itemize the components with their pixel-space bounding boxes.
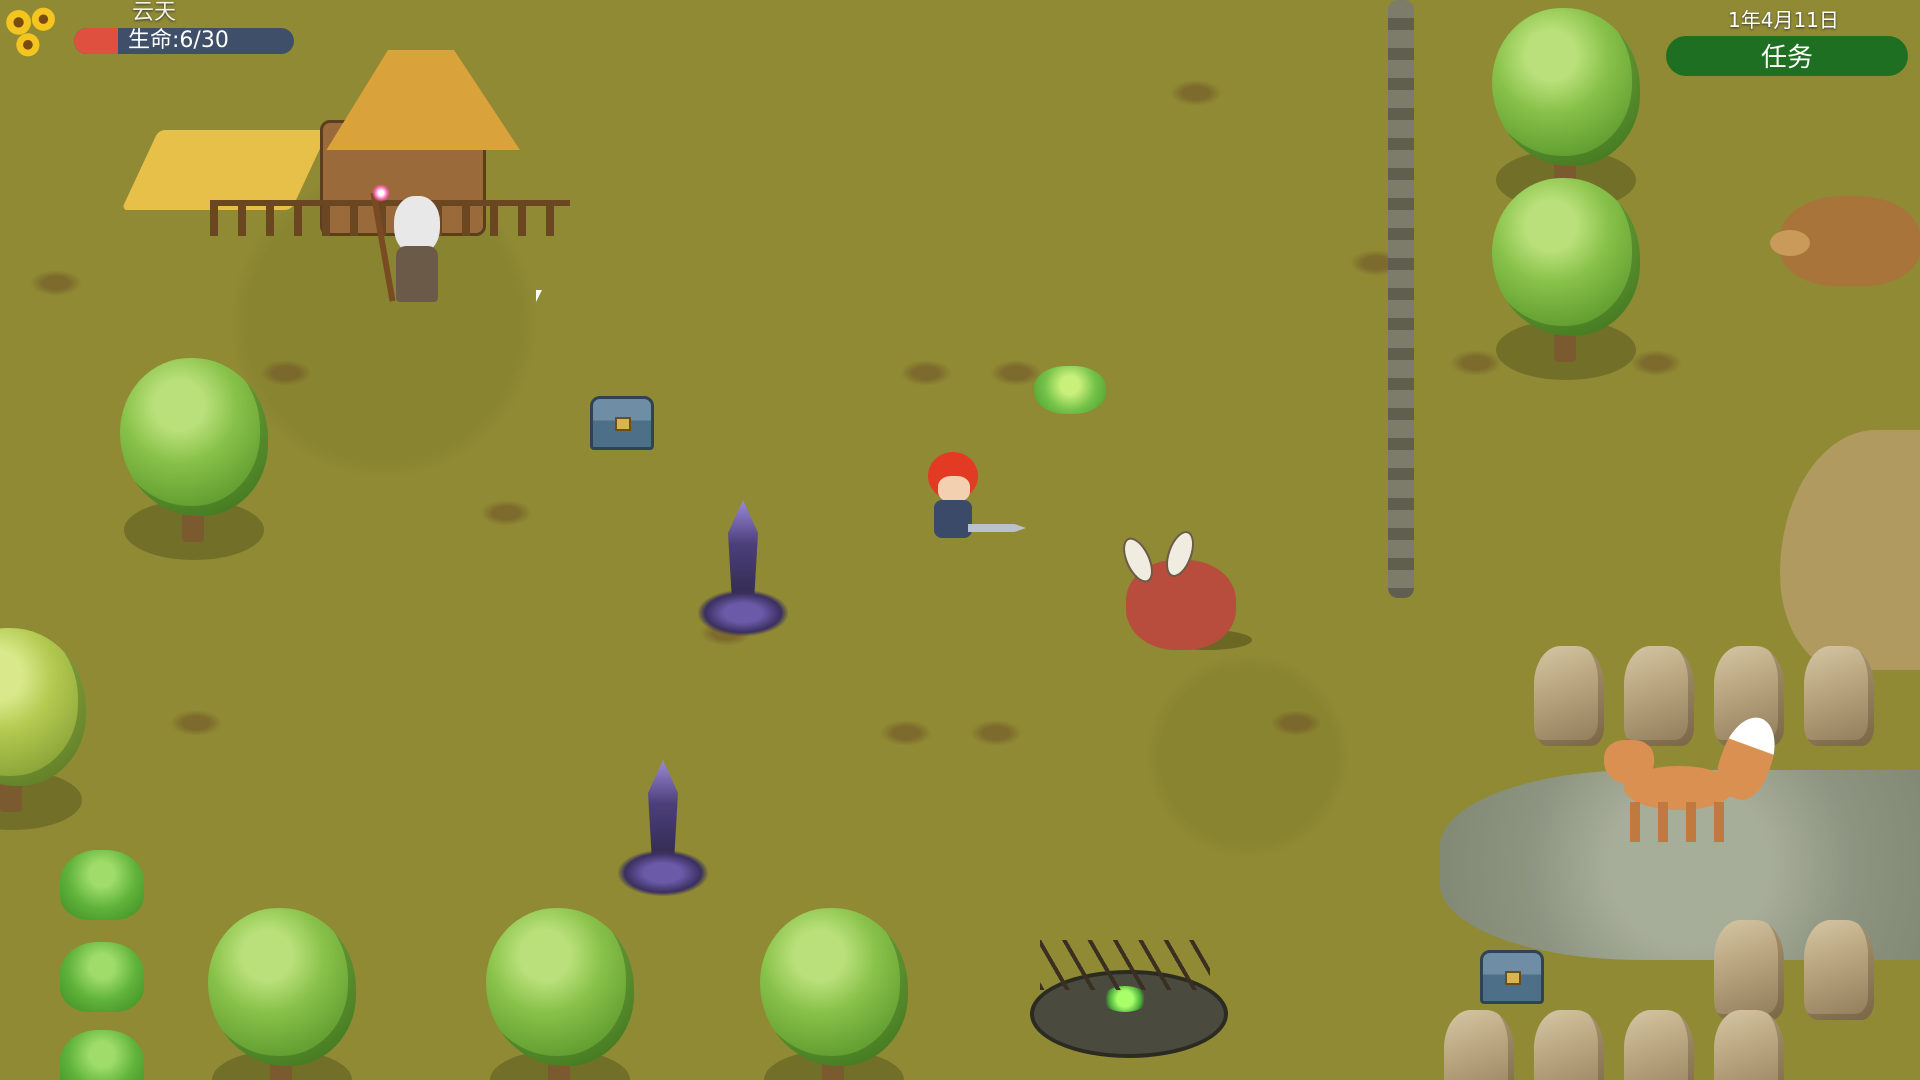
rock [1804,920,1874,1020]
fox-monster[interactable] [1604,709,1785,846]
game-date: 1年4月11日 [1728,8,1839,32]
bush [60,942,144,1012]
boar-monster[interactable] [1116,527,1260,660]
treasure-chest[interactable] [1480,950,1544,1004]
dirt-patch [900,360,952,386]
hp-bar-fill [74,28,118,54]
elder-npc[interactable] [370,184,460,306]
hp-label: 生命:6/30 [128,28,229,53]
mouse-cursor-icon [536,290,542,302]
tree [752,900,912,1080]
rock [1534,646,1604,746]
tree [478,900,638,1080]
task-button[interactable]: 任务 [1666,36,1908,76]
dark-crystal-tower[interactable] [618,760,708,900]
bear-monster[interactable] [1770,186,1920,296]
hp-bar: 生命:6/30 [74,28,294,54]
treasure-chest[interactable] [590,396,654,450]
rock [1714,920,1784,1020]
hay-field [121,130,329,210]
dirt-patch [1170,80,1222,106]
rock [1624,1010,1694,1080]
dirt-patch [30,270,82,296]
sandy-ground [1780,430,1920,670]
player-name: 云天 [132,0,177,25]
dirt-patch [170,710,222,736]
teleport-portal[interactable] [1030,940,1228,1060]
dirt-patch [1270,710,1322,736]
farmhouse [121,50,570,250]
bush [60,1030,144,1080]
dirt-patch [480,500,532,526]
rock [1804,646,1874,746]
tree [0,620,90,840]
rock [1444,1010,1514,1080]
player-character [920,452,1030,548]
tree [112,350,272,570]
bush [60,850,144,920]
rock [1534,1010,1604,1080]
dirt-patch [970,720,1022,746]
stone-wall [1388,0,1414,598]
rock [1714,1010,1784,1080]
herb-plant[interactable] [1034,366,1106,414]
sunflower-decoration [0,0,62,64]
dark-crystal-tower[interactable] [698,500,788,640]
tree [200,900,360,1080]
tree [1484,170,1644,390]
dirt-patch [880,720,932,746]
game-canvas[interactable]: 云天 生命:6/30 1年4月11日 任务 [0,0,1920,1080]
